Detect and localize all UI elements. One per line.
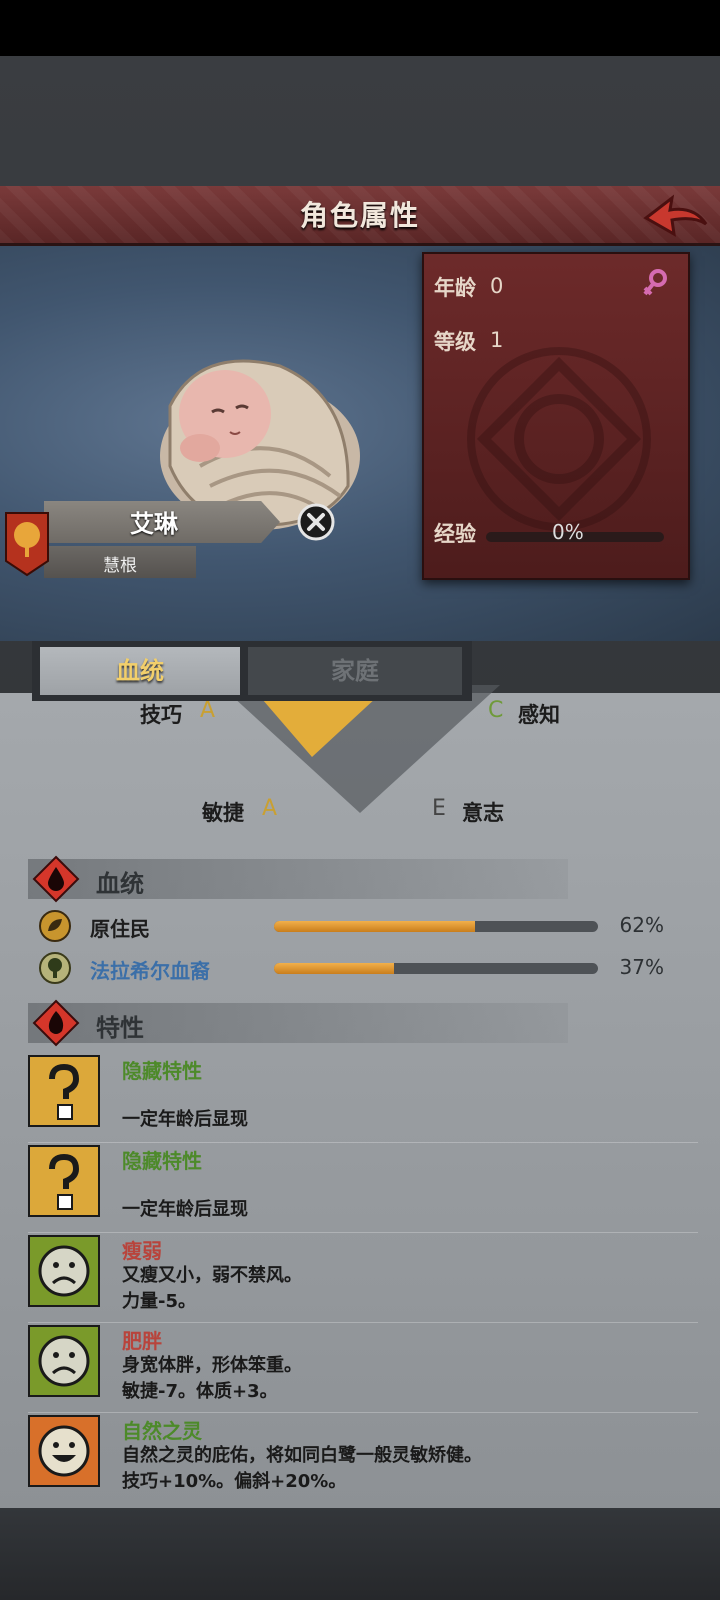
trait-desc: 自然之灵的庇佑，将如同白鹭一般灵敏矫健。: [122, 1445, 482, 1466]
age-value: 0: [490, 274, 504, 298]
flame-icon: [32, 999, 80, 1047]
will-grade: E: [432, 796, 446, 821]
trait-item[interactable]: 隐藏特性 一定年龄后显现: [28, 1055, 698, 1143]
page-title: 角色属性: [299, 199, 420, 232]
level-label: 等级: [434, 330, 476, 354]
back-arrow-icon[interactable]: [642, 190, 710, 242]
skill-label: 技巧: [140, 703, 182, 727]
trait-effect: 技巧+10%。偏斜+20%。: [122, 1471, 347, 1492]
trait-item[interactable]: 自然之灵 自然之灵的庇佑，将如同白鹭一般灵敏矫健。 技巧+10%。偏斜+20%。: [28, 1415, 698, 1503]
perception-grade: C: [488, 698, 504, 723]
perception-label: 感知: [518, 703, 560, 727]
trait-name: 隐藏特性: [122, 1149, 202, 1173]
happy-face-icon: [28, 1415, 100, 1487]
trait-desc: 一定年龄后显现: [122, 1109, 248, 1130]
trait-item[interactable]: 瘦弱 又瘦又小，弱不禁风。 力量-5。: [28, 1235, 698, 1323]
bloodline-row: 原住民 62%: [38, 909, 678, 945]
celtic-knot-emblem: [467, 347, 651, 531]
traits-section-header: 特性: [28, 999, 568, 1047]
bloodline-row: 法拉希尔血裔 37%: [38, 951, 678, 987]
bloodline-percent: 37%: [619, 955, 664, 979]
bloodline-bar: [274, 921, 598, 932]
trait-name: 肥胖: [122, 1329, 162, 1353]
bloodline-name: 法拉希尔血裔: [90, 959, 210, 983]
female-icon: [643, 269, 667, 296]
exp-label: 经验: [434, 522, 476, 546]
trait-name: 隐藏特性: [122, 1059, 202, 1083]
question-icon: [28, 1145, 100, 1217]
attribute-triangle: 技巧 A C 感知 敏捷 A E 意志: [0, 685, 720, 843]
blood-drop-icon: [32, 855, 80, 903]
character-subname: 慧根: [103, 556, 137, 576]
sad-face-icon: [28, 1235, 100, 1307]
trait-name: 瘦弱: [122, 1239, 162, 1263]
header-banner: 角色属性: [0, 186, 720, 246]
character-portrait-area: 年龄 0 等级 1 经验 0% 艾琳 慧根: [0, 246, 720, 641]
bottom-bar: [0, 1508, 720, 1600]
agility-label: 敏捷: [202, 801, 244, 825]
sad-face-icon: [28, 1325, 100, 1397]
bloodline-panel: 技巧 A C 感知 敏捷 A E 意志 血统 原住民 62% 法拉希尔血裔 37…: [0, 685, 720, 1508]
traits-title: 特性: [96, 1014, 144, 1042]
question-icon: [28, 1055, 100, 1127]
attribute-chart: [220, 685, 500, 813]
bloodline-bar: [274, 963, 598, 974]
bloodline-name: 原住民: [90, 917, 150, 941]
level-value: 1: [490, 328, 504, 352]
close-icon[interactable]: [296, 502, 336, 542]
bloodline-percent: 62%: [619, 913, 664, 937]
character-name: 艾琳: [130, 510, 178, 538]
agility-grade: A: [262, 796, 278, 821]
tree-crest-icon: [5, 512, 49, 577]
trait-desc: 又瘦又小，弱不禁风。: [122, 1265, 302, 1286]
bloodline-title: 血统: [96, 870, 144, 898]
tree-icon: [39, 952, 71, 984]
trait-item[interactable]: 肥胖 身宽体胖，形体笨重。 敏捷-7。体质+3。: [28, 1325, 698, 1413]
tab-bar: 血统 家庭: [32, 641, 472, 701]
tab-family[interactable]: 家庭: [248, 647, 462, 695]
stats-panel: 年龄 0 等级 1 经验 0%: [422, 252, 690, 580]
trait-item[interactable]: 隐藏特性 一定年龄后显现: [28, 1145, 698, 1233]
leaf-icon: [39, 910, 71, 942]
tab-bloodline[interactable]: 血统: [40, 647, 240, 695]
skill-grade: A: [200, 698, 216, 723]
exp-value: 0%: [552, 520, 584, 544]
trait-effect: 敏捷-7。体质+3。: [122, 1381, 278, 1402]
trait-desc: 一定年龄后显现: [122, 1199, 248, 1220]
trait-effect: 力量-5。: [122, 1291, 196, 1312]
bloodline-section-header: 血统: [28, 855, 568, 903]
age-label: 年龄: [434, 276, 476, 300]
trait-desc: 身宽体胖，形体笨重。: [122, 1355, 302, 1376]
trait-name: 自然之灵: [122, 1419, 202, 1443]
will-label: 意志: [462, 801, 504, 825]
game-screen: 角色属性 年龄 0 等级 1 经验 0% 艾琳 慧根 技巧 A C 感知 敏捷 …: [0, 56, 720, 1600]
